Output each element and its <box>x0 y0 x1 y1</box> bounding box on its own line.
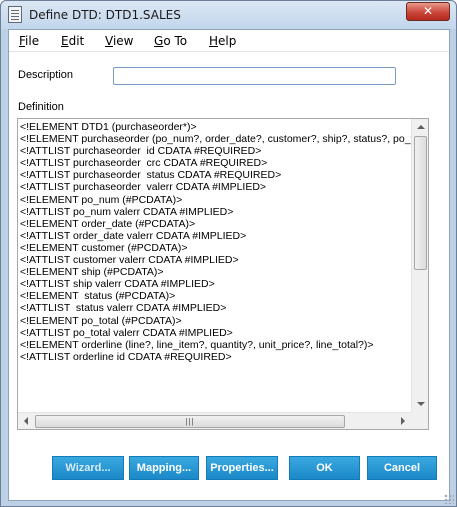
properties-button[interactable]: Properties... <box>206 456 278 480</box>
definition-line: <!ATTLIST po_total valerr CDATA #IMPLIED… <box>20 326 233 339</box>
definition-line: <!ATTLIST orderline id CDATA #REQUIRED> <box>20 350 232 363</box>
definition-textarea[interactable]: <!ELEMENT DTD1 (purchaseorder*)> <!ELEMEN… <box>17 118 429 430</box>
definition-line: <!ATTLIST purchaseorder id CDATA #REQUIR… <box>20 145 262 158</box>
menu-edit[interactable]: Edit <box>61 34 84 48</box>
description-input[interactable] <box>113 67 396 85</box>
scroll-down-icon[interactable] <box>417 402 425 406</box>
definition-line: <!ELEMENT status (#PCDATA)> <box>20 290 176 303</box>
definition-line: <!ELEMENT ship (#PCDATA)> <box>20 266 164 279</box>
menu-view[interactable]: View <box>105 34 133 48</box>
ok-button[interactable]: OK <box>289 456 360 480</box>
menu-file[interactable]: File <box>19 34 39 48</box>
menu-help[interactable]: Help <box>209 34 236 48</box>
definition-line: <!ATTLIST purchaseorder crc CDATA #REQUI… <box>20 157 268 170</box>
mapping-button[interactable]: Mapping... <box>129 456 199 480</box>
definition-line: <!ATTLIST purchaseorder valerr CDATA #IM… <box>20 181 267 194</box>
window-title: Define DTD: DTD1.SALES <box>29 8 181 22</box>
definition-line: <!ATTLIST po_num valerr CDATA #IMPLIED> <box>20 205 234 218</box>
definition-line: <!ATTLIST purchaseorder status CDATA #RE… <box>20 169 282 182</box>
menu-bar: File Edit View Go To Help <box>9 30 449 52</box>
definition-line: <!ATTLIST customer valerr CDATA #IMPLIED… <box>20 254 239 267</box>
definition-text[interactable]: <!ELEMENT DTD1 (purchaseorder*)> <!ELEMEN… <box>20 121 412 399</box>
description-label: Description <box>18 69 74 81</box>
definition-line: <!ELEMENT purchaseorder (po_num?, order_… <box>20 133 412 146</box>
definition-line: <!ELEMENT po_num (#PCDATA)> <box>20 193 183 206</box>
vertical-scrollbar[interactable] <box>411 119 428 412</box>
vertical-scroll-thumb[interactable] <box>414 136 427 270</box>
definition-line: <!ATTLIST status valerr CDATA #IMPLIED> <box>20 302 227 315</box>
wizard-button[interactable]: Wizard... <box>52 456 124 480</box>
resize-grip-icon[interactable] <box>444 494 454 504</box>
definition-line: <!ELEMENT order_date (#PCDATA)> <box>20 217 196 230</box>
document-icon <box>8 6 22 23</box>
scroll-up-icon[interactable] <box>417 125 425 129</box>
close-button[interactable]: ✕ <box>406 2 450 21</box>
scroll-right-icon[interactable] <box>401 417 405 425</box>
definition-line: <!ATTLIST ship valerr CDATA #IMPLIED> <box>20 278 215 291</box>
definition-line: <!ATTLIST order_date valerr CDATA #IMPLI… <box>20 229 247 242</box>
dialog-body: File Edit View Go To Help Description De… <box>8 29 450 501</box>
scrollbar-corner <box>411 412 428 429</box>
scroll-left-icon[interactable] <box>24 417 28 425</box>
menu-goto[interactable]: Go To <box>154 34 187 48</box>
horizontal-scrollbar[interactable]: ||| <box>18 412 411 429</box>
definition-line: <!ELEMENT customer (#PCDATA)> <box>20 241 188 254</box>
dialog-window: Define DTD: DTD1.SALES ✕ File Edit View … <box>0 0 457 507</box>
definition-line: <!ELEMENT orderline (line?, line_item?, … <box>20 338 374 351</box>
title-bar[interactable]: Define DTD: DTD1.SALES ✕ <box>1 1 456 29</box>
definition-line: <!ELEMENT po_total (#PCDATA)> <box>20 314 182 327</box>
horizontal-scroll-thumb[interactable]: ||| <box>35 415 345 428</box>
definition-label: Definition <box>18 101 64 113</box>
cancel-button[interactable]: Cancel <box>367 456 437 480</box>
definition-line: <!ELEMENT DTD1 (purchaseorder*)> <box>20 121 197 133</box>
